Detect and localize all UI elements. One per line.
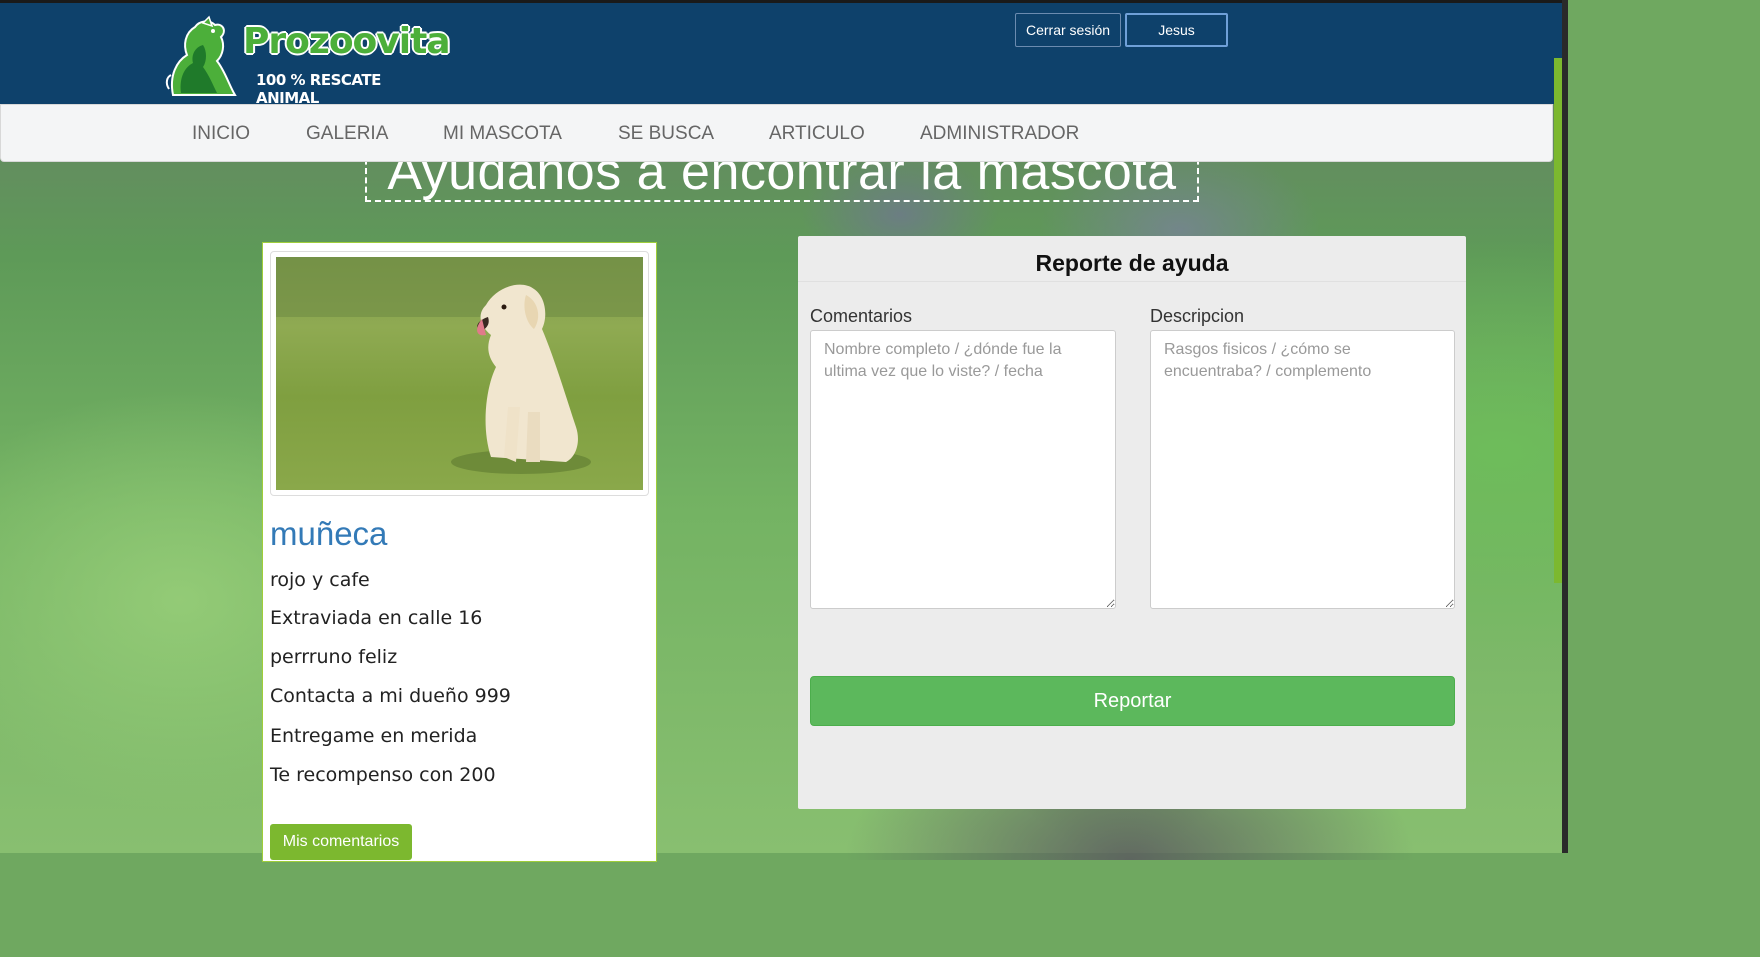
dog-photo-illustration bbox=[276, 257, 643, 474]
pet-description: perrruno feliz bbox=[270, 646, 398, 668]
pet-reward: Te recompenso con 200 bbox=[270, 764, 496, 786]
pet-photo bbox=[276, 257, 643, 490]
report-panel: Reporte de ayuda Comentarios Descripcion… bbox=[798, 236, 1466, 809]
nav-item-inicio[interactable]: INICIO bbox=[192, 123, 250, 145]
scroll-accent-bar bbox=[1554, 58, 1562, 583]
report-title: Reporte de ayuda bbox=[1035, 250, 1229, 276]
user-account-button[interactable]: Jesus bbox=[1125, 13, 1228, 47]
logout-button[interactable]: Cerrar sesión bbox=[1015, 13, 1121, 47]
pet-delivery: Entregame en merida bbox=[270, 725, 478, 747]
report-submit-button[interactable]: Reportar bbox=[810, 676, 1455, 726]
comments-label: Comentarios bbox=[810, 306, 913, 326]
pet-location: Extraviada en calle 16 bbox=[270, 607, 483, 629]
logo-wordmark: Prozoovita bbox=[243, 21, 451, 62]
nav-item-galeria[interactable]: GALERIA bbox=[306, 123, 388, 145]
main-nav: INICIO GALERIA MI MASCOTA SE BUSCA ARTIC… bbox=[0, 104, 1553, 162]
nav-item-mi-mascota[interactable]: MI MASCOTA bbox=[443, 123, 562, 145]
pet-name: muñeca bbox=[270, 515, 388, 552]
pet-contact: Contacta a mi dueño 999 bbox=[270, 685, 511, 707]
site-header: Prozoovita 100 % RESCATE ANIMAL Cerrar s… bbox=[0, 0, 1568, 107]
nav-item-se-busca[interactable]: SE BUSCA bbox=[618, 123, 714, 145]
dog-cat-logo-icon bbox=[165, 15, 237, 96]
comments-textarea[interactable] bbox=[810, 330, 1116, 609]
logo-tagline: 100 % RESCATE ANIMAL bbox=[256, 71, 381, 107]
description-label: Descripcion bbox=[1150, 306, 1245, 326]
window-edge bbox=[1562, 0, 1568, 853]
description-textarea[interactable] bbox=[1150, 330, 1455, 609]
pet-color: rojo y cafe bbox=[270, 569, 370, 591]
nav-item-administrador[interactable]: ADMINISTRADOR bbox=[920, 123, 1079, 145]
site-logo[interactable]: Prozoovita 100 % RESCATE ANIMAL bbox=[163, 15, 451, 107]
pet-photo-frame bbox=[270, 251, 649, 496]
my-comments-button[interactable]: Mis comentarios bbox=[270, 824, 412, 860]
report-divider bbox=[798, 281, 1466, 282]
pet-card: muñeca rojo y cafe Extraviada en calle 1… bbox=[262, 242, 657, 862]
nav-item-articulo[interactable]: ARTICULO bbox=[769, 123, 865, 145]
